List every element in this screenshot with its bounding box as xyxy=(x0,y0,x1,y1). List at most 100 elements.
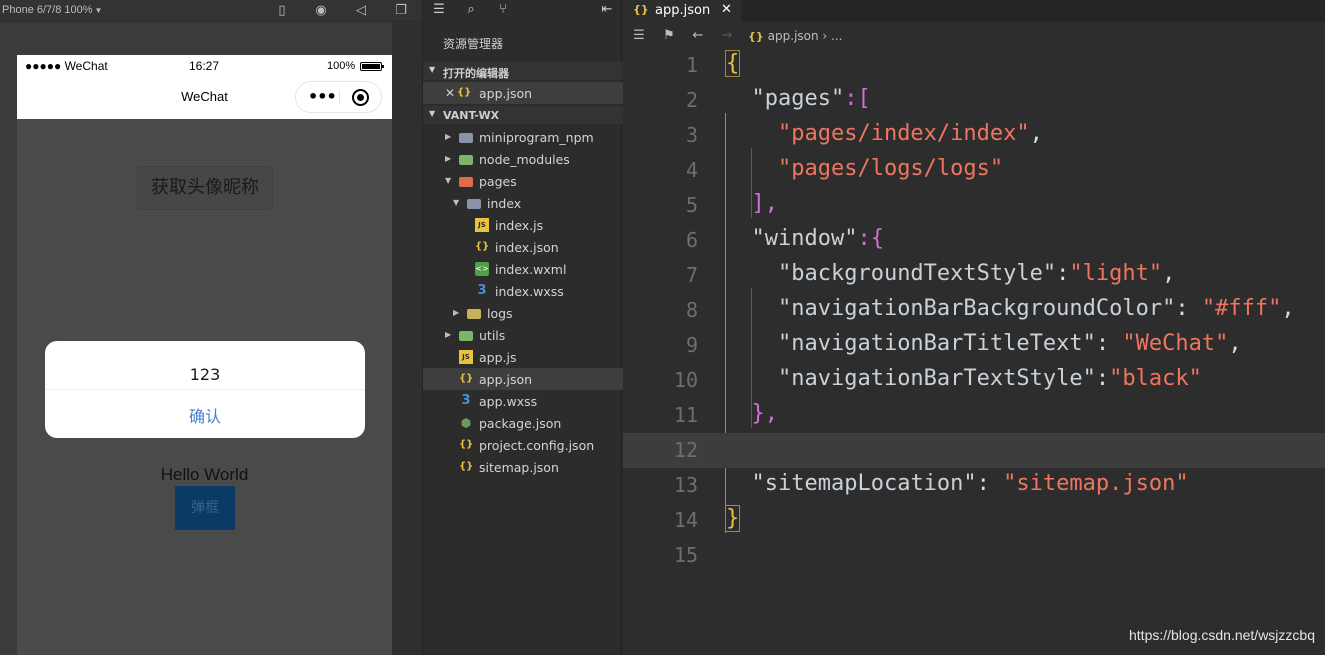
capsule-menu: ••• xyxy=(295,81,382,113)
json-file-icon: {} xyxy=(459,461,474,472)
code-token: "pages/index/index" xyxy=(777,121,1030,146)
carrier-label: ●●●●● WeChat xyxy=(25,59,108,73)
breadcrumb[interactable]: {} app.json › ... xyxy=(748,29,843,43)
phone-screen: ●●●●● WeChat 16:27 100% WeChat ••• 获取头像昵… xyxy=(17,55,392,655)
get-avatar-button[interactable]: 获取头像昵称 xyxy=(137,166,273,210)
code-line: 8 "navigationBarBackgroundColor": "#fff"… xyxy=(623,293,1325,328)
code-token: "window" xyxy=(751,226,858,251)
window-icon[interactable]: ❐ xyxy=(393,3,409,19)
code-area[interactable]: 1 { 2 "pages":[ 3 "pages/index/index", 4… xyxy=(623,48,1325,655)
folder-green-icon xyxy=(459,155,473,165)
chevron-right-icon: ▶ xyxy=(453,308,460,317)
bookmark-icon[interactable]: ⚑ xyxy=(661,28,677,44)
line-number: 5 xyxy=(685,193,698,217)
code-token: "navigationBarTextStyle" xyxy=(777,366,1096,391)
js-file-icon: JS xyxy=(475,218,489,232)
tree-item-package-json[interactable]: ⬢ package.json xyxy=(423,412,623,434)
json-file-icon: {} xyxy=(633,3,649,16)
code-token: "WeChat" xyxy=(1122,331,1229,356)
tab-app-json[interactable]: {} app.json ✕ xyxy=(623,0,741,22)
sound-icon[interactable]: ◁ xyxy=(353,3,369,19)
dialog-message: 123 xyxy=(189,365,221,384)
code-token: } xyxy=(725,505,741,532)
code-token: "pages" xyxy=(751,86,845,111)
device-selector[interactable]: Phone 6/7/8 100% ▼ xyxy=(2,4,102,16)
tree-item-pages[interactable]: ▼ pages xyxy=(423,170,623,192)
forward-arrow-icon[interactable]: → xyxy=(719,28,735,44)
open-editor-item[interactable]: ✕ {} app.json xyxy=(423,82,623,104)
code-token: "backgroundTextStyle" xyxy=(777,261,1057,286)
search-icon[interactable]: ⌕ xyxy=(463,2,479,18)
tree-item-app-wxss[interactable]: 3 app.wxss xyxy=(423,390,623,412)
code-line: 13 "sitemapLocation": "sitemap.json" xyxy=(623,468,1325,503)
project-section[interactable]: ▼ VANT-WX xyxy=(423,106,623,124)
chevron-down-icon: ▼ xyxy=(94,6,103,15)
code-token: "sitemapLocation" xyxy=(751,471,977,496)
line-number: 9 xyxy=(685,333,698,357)
code-token: "black" xyxy=(1109,366,1202,391)
devtools-window: Phone 6/7/8 100% ▼ ▯ ◉ ◁ ❐ ●●●●● WeChat 1… xyxy=(0,0,1325,655)
tree-item-index-wxss[interactable]: 3 index.wxss xyxy=(423,280,623,302)
folder-open-icon xyxy=(467,199,481,209)
simulator-toolbar: Phone 6/7/8 100% ▼ ▯ ◉ ◁ ❐ xyxy=(0,0,422,22)
code-token: "navigationBarBackgroundColor" xyxy=(777,296,1176,321)
record-icon[interactable]: ◉ xyxy=(313,3,329,19)
line-number: 10 xyxy=(673,368,698,392)
tree-item-index-js[interactable]: JS index.js xyxy=(423,214,623,236)
explorer-toolbar: ☰ ⌕ ⑂ ⇤ xyxy=(423,0,623,22)
close-icon[interactable]: ✕ xyxy=(443,86,457,100)
tree-item-app-json[interactable]: {} app.json xyxy=(423,368,623,390)
folder-icon xyxy=(459,133,473,143)
tree-item-index-json[interactable]: {} index.json xyxy=(423,236,623,258)
chevron-down-icon: ▼ xyxy=(445,176,452,185)
folder-orange-icon xyxy=(459,177,473,187)
more-icon[interactable]: ••• xyxy=(308,87,337,106)
tree-item-logs[interactable]: ▶ logs xyxy=(423,302,623,324)
tree-item-miniprogram-npm[interactable]: ▶ miniprogram_npm xyxy=(423,126,623,148)
status-bar: ●●●●● WeChat 16:27 100% xyxy=(17,55,392,77)
code-token: "light" xyxy=(1069,261,1163,286)
folder-green-icon xyxy=(459,331,473,341)
line-number: 12 xyxy=(673,438,698,462)
json-file-icon: {} xyxy=(459,439,474,450)
tree-item-sitemap-json[interactable]: {} sitemap.json xyxy=(423,456,623,478)
chevron-right-icon: ▶ xyxy=(445,154,452,163)
code-line: 15 xyxy=(623,538,1325,573)
tree-item-node-modules[interactable]: ▶ node_modules xyxy=(423,148,623,170)
code-token: "#fff" xyxy=(1201,296,1282,321)
json-file-icon: {} xyxy=(457,87,472,98)
line-number: 8 xyxy=(685,298,698,322)
line-number: 3 xyxy=(685,123,698,147)
code-token: "pages/logs/logs" xyxy=(777,156,1004,181)
line-number: 15 xyxy=(673,543,698,567)
tree-item-utils[interactable]: ▶ utils xyxy=(423,324,623,346)
list-icon[interactable]: ☰ xyxy=(431,2,447,18)
modal-dialog: 123 确认 xyxy=(45,341,365,438)
code-line: 1 { xyxy=(623,48,1325,83)
tree-item-app-js[interactable]: JS app.js xyxy=(423,346,623,368)
popup-button[interactable]: 弹框 xyxy=(175,486,235,530)
tree-item-project-config-json[interactable]: {} project.config.json xyxy=(423,434,623,456)
close-miniprogram-icon[interactable] xyxy=(352,89,369,106)
close-icon[interactable]: ✕ xyxy=(721,2,732,17)
dialog-divider xyxy=(45,389,365,390)
code-token: :{ xyxy=(857,226,884,251)
hello-text: Hello World xyxy=(160,465,249,484)
code-line: 11 }, xyxy=(623,398,1325,433)
json-file-icon: {} xyxy=(475,241,490,252)
tree-item-index-wxml[interactable]: <> index.wxml xyxy=(423,258,623,280)
open-editors-section[interactable]: ▼ 打开的编辑器 xyxy=(423,62,623,80)
battery-icon xyxy=(360,62,384,71)
code-line: 4 "pages/logs/logs" xyxy=(623,153,1325,188)
code-token: :[ xyxy=(844,86,871,111)
collapse-panel-icon[interactable]: ⇤ xyxy=(599,2,615,18)
chevron-down-icon: ▼ xyxy=(453,198,460,207)
branch-icon[interactable]: ⑂ xyxy=(495,2,511,18)
tree-item-index[interactable]: ▼ index xyxy=(423,192,623,214)
phone-icon[interactable]: ▯ xyxy=(274,3,290,19)
code-line: 10 "navigationBarTextStyle":"black" xyxy=(623,363,1325,398)
battery-percent: 100% xyxy=(327,60,356,72)
outline-icon[interactable]: ☰ xyxy=(631,28,647,44)
back-arrow-icon[interactable]: ← xyxy=(690,28,706,44)
dialog-confirm-button[interactable]: 确认 xyxy=(45,403,365,427)
